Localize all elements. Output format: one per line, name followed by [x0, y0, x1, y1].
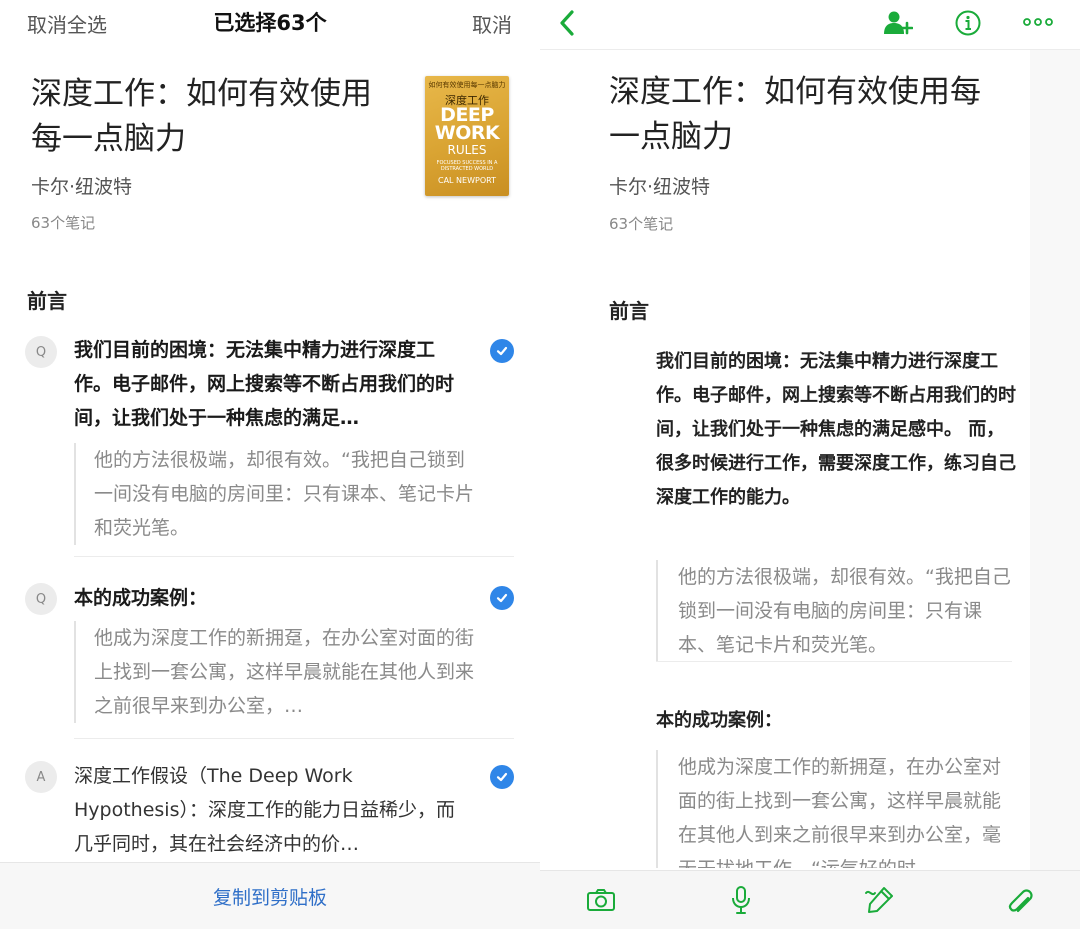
book-author: 卡尔·纽波特 [609, 176, 711, 198]
note-quote: 他成为深度工作的新拥趸，在办公室对面的街上找到一套公寓，这样早晨就能在其他人到来… [74, 621, 474, 723]
cover-line-work: WORK [434, 122, 500, 144]
note-count: 63个笔记 [609, 215, 674, 233]
attachment-icon[interactable] [1002, 883, 1036, 917]
section-heading: 前言 [27, 289, 67, 313]
note-count: 63个笔记 [31, 214, 96, 232]
selected-check-icon[interactable] [490, 339, 514, 363]
book-title: 深度工作：如何有效使用每一点脑力 [609, 74, 981, 155]
cover-top-text: 如何有效使用每一点脑力 [428, 81, 506, 89]
editor-toolbar [540, 870, 1080, 929]
thought-bubble-icon: Q [25, 583, 57, 615]
book-title: 深度工作：如何有效使用每一点脑力 [31, 76, 372, 157]
selection-pane: 取消全选 已选择63个 取消 深度工作：如何有效使用每一点脑力 卡尔·纽波特 6… [0, 0, 540, 929]
section-heading: 前言 [609, 299, 649, 323]
detail-top-bar [540, 0, 1080, 50]
note-title[interactable]: 我们目前的困境：无法集中精力进行深度工作。电子邮件，网上搜索等不断占用我们的时间… [74, 333, 469, 435]
cover-line-rules: RULES [447, 143, 487, 157]
voice-note-icon[interactable] [726, 883, 756, 917]
note-title[interactable]: 深度工作假设（The Deep Work Hypothesis）：深度工作的能力… [74, 759, 469, 861]
add-person-icon[interactable] [882, 8, 914, 38]
note-detail-pane: 深度工作：如何有效使用每一点脑力 卡尔·纽波特 63个笔记 前言 我们目前的困境… [540, 0, 1080, 929]
handwriting-icon[interactable] [862, 883, 898, 917]
divider [74, 556, 514, 557]
cover-subtitle: FOCUSED SUCCESS IN A DISTRACTED WORLD [436, 160, 498, 172]
cancel-button[interactable]: 取消 [472, 9, 512, 38]
selected-check-icon[interactable] [490, 765, 514, 789]
note-title[interactable]: 我们目前的困境：无法集中精力进行深度工作。电子邮件，网上搜索等不断占用我们的时间… [656, 345, 1016, 515]
info-icon[interactable] [953, 8, 983, 38]
thought-bubble-icon: Q [25, 336, 57, 368]
selected-count-title: 已选择63个 [213, 11, 327, 35]
cover-author: CAL NEWPORT [438, 176, 496, 185]
selection-top-bar: 取消全选 已选择63个 取消 [0, 0, 540, 46]
divider [74, 738, 514, 739]
bottom-action-bar: 复制到剪贴板 [0, 862, 540, 929]
selected-check-icon[interactable] [490, 586, 514, 610]
note-title[interactable]: 本的成功案例： [656, 704, 1016, 738]
note-quote: 他的方法很极端，却很有效。“我把自己锁到一间没有电脑的房间里：只有课本、笔记卡片… [74, 443, 474, 545]
more-options-icon[interactable] [1020, 12, 1056, 32]
book-author: 卡尔·纽波特 [31, 176, 133, 198]
note-quote: 他成为深度工作的新拥趸，在办公室对面的街上找到一套公寓，这样早晨就能在其他人到来… [656, 750, 1016, 868]
annotation-icon: A [25, 761, 57, 793]
note-quote: 他的方法很极端，却很有效。“我把自己锁到一间没有电脑的房间里：只有课本、笔记卡片… [656, 560, 1016, 662]
note-title[interactable]: 本的成功案例： [74, 581, 469, 615]
copy-to-clipboard-button[interactable]: 复制到剪贴板 [0, 883, 540, 910]
back-chevron-icon[interactable] [554, 6, 580, 40]
book-cover: 如何有效使用每一点脑力 深度工作 DEEP WORK RULES FOCUSED… [425, 76, 509, 196]
divider [656, 661, 1012, 662]
camera-icon[interactable] [585, 885, 617, 915]
